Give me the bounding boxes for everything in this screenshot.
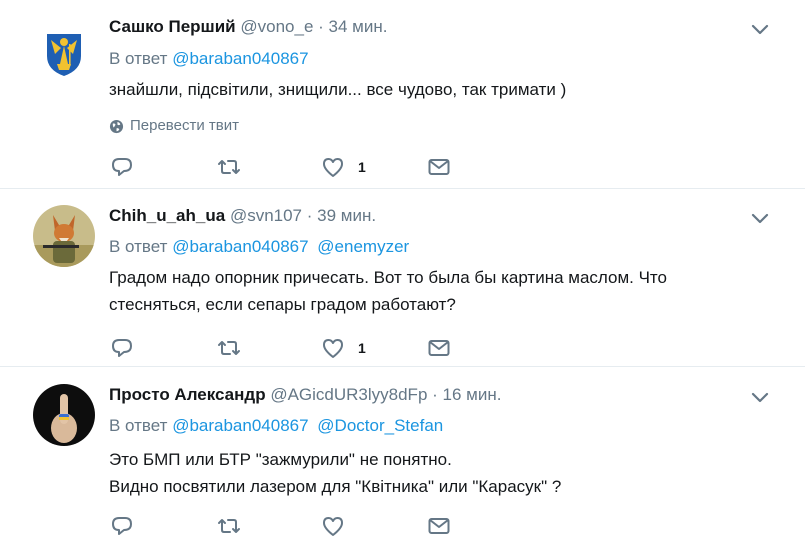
tweet-text-line: Градом надо опорник причесать. Вот то бы… [109, 268, 667, 287]
retweet-button[interactable] [217, 335, 241, 361]
separator-dot: · [432, 385, 438, 404]
like-button[interactable]: 1 [321, 154, 366, 180]
reply-icon [112, 517, 132, 535]
tweet-1[interactable]: Сашко Перший @vono_e · 34 мин. В ответ @… [0, 0, 805, 189]
retweet-button[interactable] [217, 513, 241, 539]
like-count: 1 [358, 340, 366, 356]
envelope-icon [428, 159, 450, 175]
like-count: 1 [358, 159, 366, 175]
like-button[interactable]: 1 [321, 335, 366, 361]
tweet-text: Это БМП или БТР "зажмурили" не понятно. … [109, 446, 765, 500]
heart-icon [323, 339, 343, 358]
reply-button[interactable] [110, 335, 134, 361]
reply-button[interactable] [110, 154, 134, 180]
avatar[interactable] [33, 20, 95, 82]
envelope-icon [428, 340, 450, 356]
translate-label: Перевести твит [130, 117, 239, 134]
like-button[interactable] [321, 513, 358, 539]
fox-soldier-portrait-icon [33, 205, 95, 267]
tweet-3[interactable]: Просто Александр @AGicdUR3lyy8dFp · 16 м… [0, 367, 805, 547]
mention-link[interactable]: @Doctor_Stefan [317, 416, 443, 435]
retweet-button[interactable] [217, 154, 241, 180]
separator-dot: · [318, 17, 324, 36]
display-name[interactable]: Chih_u_ah_ua [109, 206, 225, 225]
timestamp[interactable]: 16 мин. [443, 385, 502, 404]
chevron-down-icon[interactable] [751, 24, 769, 36]
reply-icon [112, 339, 132, 357]
direct-message-button[interactable] [427, 154, 451, 180]
timestamp[interactable]: 34 мин. [329, 17, 388, 36]
tweet-text-line: знайшли, підсвітили, знищили... все чудо… [109, 80, 567, 99]
tweet-header: Просто Александр @AGicdUR3lyy8dFp · 16 м… [109, 384, 501, 406]
mention-link[interactable]: @baraban040867 [172, 49, 308, 68]
avatar[interactable] [33, 384, 95, 446]
envelope-icon [428, 518, 450, 534]
display-name[interactable]: Сашко Перший [109, 17, 236, 36]
tweet-text-line: Видно посвятили лазером для "Квітника" и… [109, 477, 562, 496]
tweet-header: Сашко Перший @vono_e · 34 мин. [109, 16, 387, 38]
hand-gesture-photo-icon [33, 384, 95, 446]
heart-icon [323, 517, 343, 536]
user-handle[interactable]: @svn107 [230, 206, 302, 225]
translate-tweet-link[interactable]: Перевести твит [109, 116, 239, 136]
mention-link[interactable]: @enemyzer [317, 237, 409, 256]
reply-icon [112, 158, 132, 176]
chevron-down-icon[interactable] [751, 213, 769, 225]
tweet-2[interactable]: Chih_u_ah_ua @svn107 · 39 мин. В ответ @… [0, 189, 805, 367]
tweet-text-line: стесняться, если сепары градом работают? [109, 295, 456, 314]
retweet-icon [218, 160, 240, 174]
direct-message-button[interactable] [427, 513, 451, 539]
mention-link[interactable]: @baraban040867 [172, 416, 308, 435]
user-handle[interactable]: @vono_e [240, 17, 313, 36]
reply-context: В ответ @baraban040867 @enemyzer [109, 236, 413, 258]
separator-dot: · [306, 206, 313, 225]
reply-button[interactable] [110, 513, 134, 539]
tweet-header: Chih_u_ah_ua @svn107 · 39 мин. [109, 205, 376, 227]
retweet-icon [218, 341, 240, 355]
reply-context: В ответ @baraban040867 [109, 48, 313, 70]
reply-context: В ответ @baraban040867 @Doctor_Stefan [109, 415, 447, 437]
tweet-text-line: Это БМП или БТР "зажмурили" не понятно. [109, 450, 452, 469]
avatar[interactable] [33, 205, 95, 267]
tweet-text: знайшли, підсвітили, знищили... все чудо… [109, 76, 765, 103]
tweet-text: Градом надо опорник причесать. Вот то бы… [109, 264, 765, 318]
retweet-icon [218, 519, 240, 533]
chevron-down-icon[interactable] [751, 392, 769, 404]
reply-prefix: В ответ [109, 49, 168, 68]
reply-prefix: В ответ [109, 416, 168, 435]
mention-link[interactable]: @baraban040867 [172, 237, 308, 256]
display-name[interactable]: Просто Александр [109, 385, 266, 404]
globe-icon [109, 119, 124, 133]
heart-icon [323, 158, 343, 177]
timestamp[interactable]: 39 мин. [317, 206, 376, 225]
reply-prefix: В ответ [109, 237, 168, 256]
kyiv-coat-of-arms-icon [33, 20, 95, 82]
user-handle[interactable]: @AGicdUR3lyy8dFp [270, 385, 427, 404]
direct-message-button[interactable] [427, 335, 451, 361]
